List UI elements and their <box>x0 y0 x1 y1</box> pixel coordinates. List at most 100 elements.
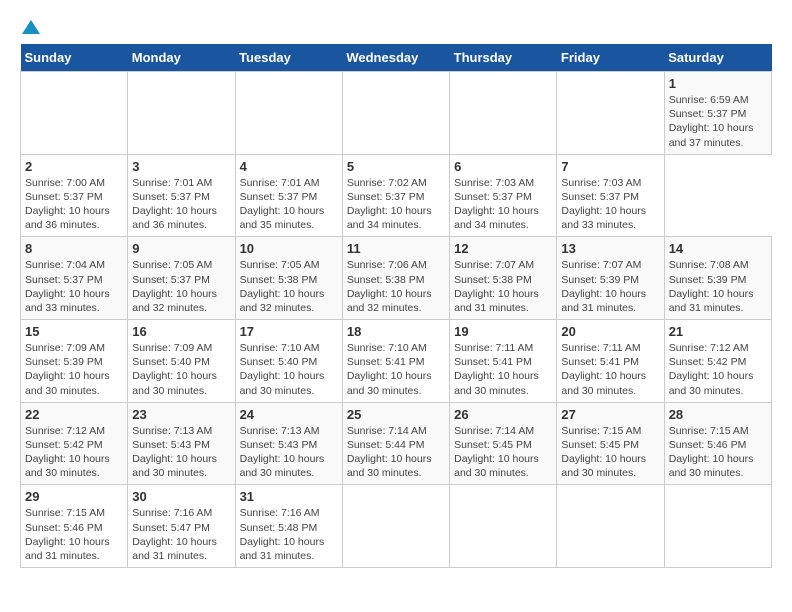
day-number: 24 <box>240 407 338 422</box>
day-number: 9 <box>132 241 230 256</box>
day-info: Sunrise: 7:11 AM Sunset: 5:41 PM Dayligh… <box>454 341 552 398</box>
day-cell-6: 6Sunrise: 7:03 AM Sunset: 5:37 PM Daylig… <box>450 154 557 237</box>
week-row-4: 15 Sunrise: 7:09 AM Sunset: 5:39 PM Dayli… <box>21 320 772 403</box>
day-cell-30: 30 Sunrise: 7:16 AM Sunset: 5:47 PM Dayli… <box>128 485 235 568</box>
col-header-tuesday: Tuesday <box>235 44 342 72</box>
day-cell-2: 2 Sunrise: 7:00 AM Sunset: 5:37 PM Daylig… <box>21 154 128 237</box>
day-number: 28 <box>669 407 767 422</box>
day-cell-1: 1 Sunrise: 6:59 AM Sunset: 5:37 PM Daylig… <box>664 72 771 155</box>
day-cell-10: 10 Sunrise: 7:05 AM Sunset: 5:38 PM Dayli… <box>235 237 342 320</box>
day-number: 30 <box>132 489 230 504</box>
day-info: Sunrise: 7:10 AM Sunset: 5:41 PM Dayligh… <box>347 341 445 398</box>
week-row-2: 2 Sunrise: 7:00 AM Sunset: 5:37 PM Daylig… <box>21 154 772 237</box>
day-cell-5: 5Sunrise: 7:02 AM Sunset: 5:37 PM Daylig… <box>342 154 449 237</box>
empty-cell <box>342 485 449 568</box>
col-header-thursday: Thursday <box>450 44 557 72</box>
day-number: 25 <box>347 407 445 422</box>
empty-cell <box>557 72 664 155</box>
day-info: Sunrise: 7:00 AM Sunset: 5:37 PM Dayligh… <box>25 176 123 233</box>
day-number: 7 <box>561 159 659 174</box>
day-info: Sunrise: 7:11 AM Sunset: 5:41 PM Dayligh… <box>561 341 659 398</box>
day-info: Sunrise: 7:15 AM Sunset: 5:46 PM Dayligh… <box>25 506 123 563</box>
day-cell-12: 12Sunrise: 7:07 AM Sunset: 5:38 PM Dayli… <box>450 237 557 320</box>
day-cell-16: 16 Sunrise: 7:09 AM Sunset: 5:40 PM Dayli… <box>128 320 235 403</box>
day-cell-8: 8 Sunrise: 7:04 AM Sunset: 5:37 PM Daylig… <box>21 237 128 320</box>
day-number: 13 <box>561 241 659 256</box>
week-row-1: 1 Sunrise: 6:59 AM Sunset: 5:37 PM Daylig… <box>21 72 772 155</box>
day-number: 14 <box>669 241 767 256</box>
day-number: 12 <box>454 241 552 256</box>
col-header-sunday: Sunday <box>21 44 128 72</box>
day-info: Sunrise: 7:07 AM Sunset: 5:39 PM Dayligh… <box>561 258 659 315</box>
day-number: 4 <box>240 159 338 174</box>
empty-cell <box>664 485 771 568</box>
page-header <box>20 20 772 34</box>
day-info: Sunrise: 7:13 AM Sunset: 5:43 PM Dayligh… <box>132 424 230 481</box>
empty-cell <box>21 72 128 155</box>
day-info: Sunrise: 7:12 AM Sunset: 5:42 PM Dayligh… <box>25 424 123 481</box>
col-header-saturday: Saturday <box>664 44 771 72</box>
logo <box>20 20 40 34</box>
day-number: 27 <box>561 407 659 422</box>
day-number: 3 <box>132 159 230 174</box>
day-info: Sunrise: 7:03 AM Sunset: 5:37 PM Dayligh… <box>561 176 659 233</box>
day-cell-22: 22 Sunrise: 7:12 AM Sunset: 5:42 PM Dayli… <box>21 402 128 485</box>
day-info: Sunrise: 7:16 AM Sunset: 5:47 PM Dayligh… <box>132 506 230 563</box>
day-cell-29: 29Sunrise: 7:15 AM Sunset: 5:46 PM Dayli… <box>21 485 128 568</box>
day-cell-7: 7 Sunrise: 7:03 AM Sunset: 5:37 PM Daylig… <box>557 154 664 237</box>
day-info: Sunrise: 7:15 AM Sunset: 5:45 PM Dayligh… <box>561 424 659 481</box>
empty-cell <box>557 485 664 568</box>
day-number: 23 <box>132 407 230 422</box>
day-cell-3: 3 Sunrise: 7:01 AM Sunset: 5:37 PM Daylig… <box>128 154 235 237</box>
day-info: Sunrise: 7:05 AM Sunset: 5:37 PM Dayligh… <box>132 258 230 315</box>
day-info: Sunrise: 7:14 AM Sunset: 5:44 PM Dayligh… <box>347 424 445 481</box>
day-number: 19 <box>454 324 552 339</box>
day-number: 18 <box>347 324 445 339</box>
day-info: Sunrise: 7:16 AM Sunset: 5:48 PM Dayligh… <box>240 506 338 563</box>
day-info: Sunrise: 7:13 AM Sunset: 5:43 PM Dayligh… <box>240 424 338 481</box>
calendar-body: 1 Sunrise: 6:59 AM Sunset: 5:37 PM Daylig… <box>21 72 772 568</box>
day-cell-28: 28Sunrise: 7:15 AM Sunset: 5:46 PM Dayli… <box>664 402 771 485</box>
day-info: Sunrise: 7:04 AM Sunset: 5:37 PM Dayligh… <box>25 258 123 315</box>
day-cell-9: 9 Sunrise: 7:05 AM Sunset: 5:37 PM Daylig… <box>128 237 235 320</box>
day-number: 15 <box>25 324 123 339</box>
day-number: 31 <box>240 489 338 504</box>
empty-cell <box>128 72 235 155</box>
day-number: 11 <box>347 241 445 256</box>
calendar-header-row: SundayMondayTuesdayWednesdayThursdayFrid… <box>21 44 772 72</box>
day-info: Sunrise: 7:01 AM Sunset: 5:37 PM Dayligh… <box>132 176 230 233</box>
day-cell-18: 18 Sunrise: 7:10 AM Sunset: 5:41 PM Dayli… <box>342 320 449 403</box>
day-info: Sunrise: 7:09 AM Sunset: 5:39 PM Dayligh… <box>25 341 123 398</box>
day-info: Sunrise: 6:59 AM Sunset: 5:37 PM Dayligh… <box>669 93 767 150</box>
day-info: Sunrise: 7:10 AM Sunset: 5:40 PM Dayligh… <box>240 341 338 398</box>
empty-cell <box>450 72 557 155</box>
week-row-3: 8 Sunrise: 7:04 AM Sunset: 5:37 PM Daylig… <box>21 237 772 320</box>
day-cell-13: 13 Sunrise: 7:07 AM Sunset: 5:39 PM Dayli… <box>557 237 664 320</box>
day-number: 26 <box>454 407 552 422</box>
day-cell-15: 15 Sunrise: 7:09 AM Sunset: 5:39 PM Dayli… <box>21 320 128 403</box>
day-number: 22 <box>25 407 123 422</box>
day-number: 2 <box>25 159 123 174</box>
day-info: Sunrise: 7:05 AM Sunset: 5:38 PM Dayligh… <box>240 258 338 315</box>
day-cell-20: 20 Sunrise: 7:11 AM Sunset: 5:41 PM Dayli… <box>557 320 664 403</box>
day-number: 1 <box>669 76 767 91</box>
day-cell-17: 17Sunrise: 7:10 AM Sunset: 5:40 PM Dayli… <box>235 320 342 403</box>
week-row-6: 29Sunrise: 7:15 AM Sunset: 5:46 PM Dayli… <box>21 485 772 568</box>
day-cell-24: 24 Sunrise: 7:13 AM Sunset: 5:43 PM Dayli… <box>235 402 342 485</box>
day-number: 16 <box>132 324 230 339</box>
day-number: 10 <box>240 241 338 256</box>
day-info: Sunrise: 7:01 AM Sunset: 5:37 PM Dayligh… <box>240 176 338 233</box>
day-number: 20 <box>561 324 659 339</box>
day-info: Sunrise: 7:08 AM Sunset: 5:39 PM Dayligh… <box>669 258 767 315</box>
day-cell-25: 25 Sunrise: 7:14 AM Sunset: 5:44 PM Dayli… <box>342 402 449 485</box>
col-header-wednesday: Wednesday <box>342 44 449 72</box>
day-cell-21: 21Sunrise: 7:12 AM Sunset: 5:42 PM Dayli… <box>664 320 771 403</box>
day-cell-31: 31 Sunrise: 7:16 AM Sunset: 5:48 PM Dayli… <box>235 485 342 568</box>
day-info: Sunrise: 7:06 AM Sunset: 5:38 PM Dayligh… <box>347 258 445 315</box>
day-info: Sunrise: 7:09 AM Sunset: 5:40 PM Dayligh… <box>132 341 230 398</box>
day-cell-14: 14 Sunrise: 7:08 AM Sunset: 5:39 PM Dayli… <box>664 237 771 320</box>
day-info: Sunrise: 7:03 AM Sunset: 5:37 PM Dayligh… <box>454 176 552 233</box>
day-number: 8 <box>25 241 123 256</box>
day-number: 5 <box>347 159 445 174</box>
col-header-monday: Monday <box>128 44 235 72</box>
